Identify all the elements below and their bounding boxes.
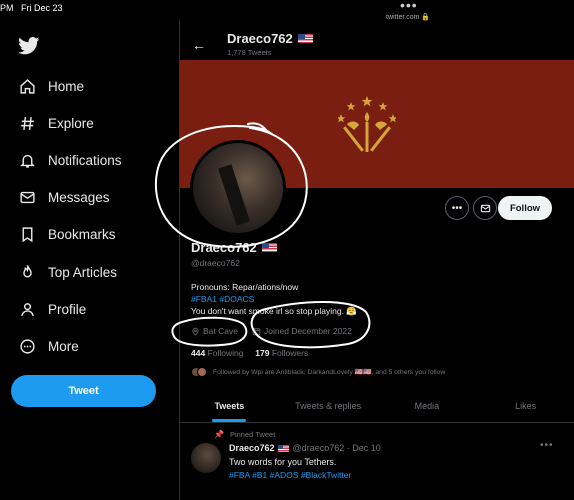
tweet-avatar[interactable]	[191, 443, 221, 473]
sidebar-item-home[interactable]: Home	[18, 72, 84, 100]
follow-counts: 444 Following 179 Followers	[191, 348, 308, 358]
crossed-axes-torch-emblem	[338, 96, 396, 152]
sidebar-item-label: Explore	[48, 115, 94, 131]
follow-button[interactable]: Follow	[498, 196, 552, 220]
pinned-label: 📌 Pinned Tweet	[214, 430, 275, 439]
sidebar-item-messages[interactable]: Messages	[18, 183, 110, 211]
tweet-more-button[interactable]: •••	[540, 440, 554, 451]
profile-header-bar: ← Draeco762 1,778 Tweets	[180, 20, 574, 60]
status-time: PM Fri Dec 23	[0, 3, 63, 13]
us-flag-icon	[277, 444, 289, 452]
hash-icon	[18, 114, 36, 132]
followed-by-text: Followed by Wpi are Antiblack, DarkandLo…	[213, 369, 446, 376]
person-icon	[18, 300, 36, 318]
more-circle-icon	[18, 337, 36, 355]
following-link[interactable]: 444 Following	[191, 348, 243, 358]
sidebar-item-label: Home	[48, 78, 85, 94]
sidebar-item-bookmarks[interactable]: Bookmarks	[18, 220, 116, 248]
bookmark-icon	[18, 225, 36, 243]
us-flag-icon	[297, 34, 313, 43]
calendar-icon	[252, 327, 261, 335]
followers-link[interactable]: 179 Followers	[255, 348, 308, 358]
header-name: Draeco762	[227, 31, 293, 46]
tab-tweets[interactable]: Tweets	[180, 391, 279, 422]
envelope-icon	[480, 204, 490, 212]
flame-icon	[18, 263, 36, 281]
pinned-label-text: Pinned Tweet	[229, 430, 276, 439]
profile-name: Draeco762	[191, 240, 277, 255]
envelope-icon	[18, 188, 36, 206]
profile-name-text: Draeco762	[191, 240, 257, 255]
sidebar-item-label: Top Articles	[48, 264, 118, 280]
tab-likes[interactable]: Likes	[476, 391, 574, 422]
message-button[interactable]	[473, 196, 497, 220]
header-tweet-count: 1,778 Tweets	[227, 48, 272, 57]
followed-by[interactable]: Followed by Wpi are Antiblack, DarkandLo…	[191, 367, 445, 377]
tweet-text: Two words for you Tethers.	[229, 457, 337, 467]
tweet-button[interactable]: Tweet	[11, 375, 156, 407]
home-icon	[18, 77, 36, 95]
sidebar-item-label: Bookmarks	[48, 226, 116, 242]
header-title: Draeco762	[227, 31, 313, 46]
more-options-button[interactable]: •••	[445, 196, 469, 220]
status-bar: PM Fri Dec 23 •••	[0, 0, 574, 14]
tweet-author-name[interactable]: Draeco762	[229, 443, 275, 453]
location-pin-icon	[192, 327, 199, 336]
profile-join-date: Joined December 2022	[263, 326, 352, 336]
profile-column: ← Draeco762 1,778 Tweets ••• Follow Drae…	[179, 20, 574, 500]
sidebar-item-top-articles[interactable]: Top Articles	[18, 258, 117, 286]
profile-meta: Bat Cave Joined December 2022	[191, 326, 352, 336]
pin-icon: 📌	[214, 430, 224, 439]
bio-hashtags[interactable]: #FBA1 #DOACS	[191, 293, 357, 305]
twitter-bird-icon[interactable]	[18, 37, 40, 55]
bio-line: Pronouns: Repar/ations/now	[191, 282, 299, 292]
sidebar-item-explore[interactable]: Explore	[18, 109, 94, 137]
profile-tabs: Tweets Tweets & replies Media Likes	[180, 391, 574, 423]
bio-line: You don't want smoke irl so stop playing…	[191, 306, 357, 316]
sidebar-item-notifications[interactable]: Notifications	[18, 146, 122, 174]
tab-tweets-replies[interactable]: Tweets & replies	[279, 391, 378, 422]
sidebar: Home Explore Notifications Messages Book…	[0, 20, 175, 500]
sidebar-item-more[interactable]: More	[18, 332, 79, 360]
bell-icon	[18, 151, 36, 169]
back-arrow-icon[interactable]: ←	[192, 37, 206, 53]
sidebar-item-label: Notifications	[48, 152, 122, 168]
sidebar-item-profile[interactable]: Profile	[18, 295, 86, 323]
window-dots[interactable]: •••	[400, 0, 418, 13]
avatar	[197, 367, 207, 377]
avatar	[193, 143, 283, 233]
sidebar-item-label: Messages	[48, 189, 110, 205]
us-flag-icon	[261, 243, 277, 252]
profile-bio: Pronouns: Repar/ations/now #FBA1 #DOACS …	[191, 281, 357, 317]
tweet-hashtags[interactable]: #FBA #B1 #ADOS #BlackTwitter	[229, 470, 351, 480]
profile-handle: @draeco762	[191, 258, 240, 268]
tab-media[interactable]: Media	[378, 391, 477, 422]
sidebar-item-label: Profile	[48, 301, 87, 317]
profile-avatar[interactable]	[190, 140, 286, 236]
tweet-handle-date: @draeco762 · Dec 10	[292, 443, 381, 453]
profile-location: Bat Cave	[203, 326, 238, 336]
tweet-header: Draeco762 @draeco762 · Dec 10	[229, 443, 381, 453]
sidebar-item-label: More	[48, 338, 79, 354]
